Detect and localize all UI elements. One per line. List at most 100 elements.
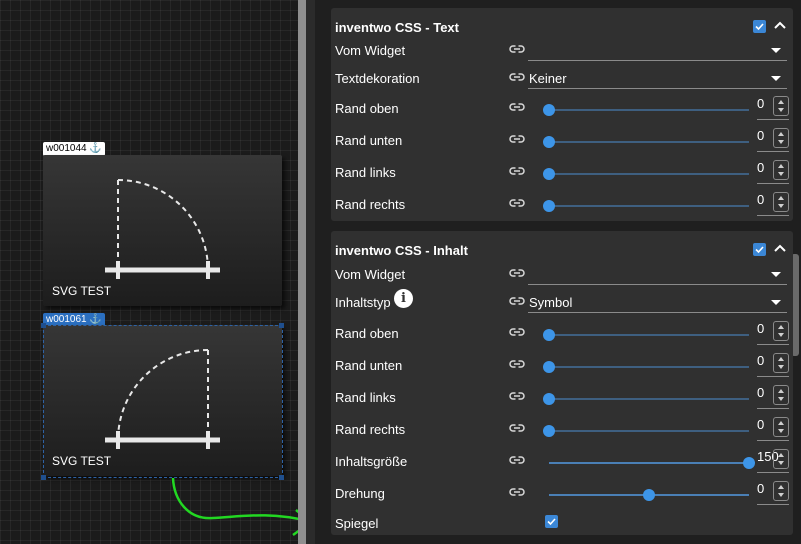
- slider-thumb[interactable]: [743, 457, 755, 469]
- decrement-icon[interactable]: [778, 108, 784, 112]
- number-input[interactable]: 0: [757, 481, 789, 505]
- property-row: Inhaltstyp i Symbol: [331, 286, 793, 318]
- chevron-up-icon[interactable]: [772, 241, 788, 257]
- slider-thumb[interactable]: [543, 104, 555, 116]
- slider-track[interactable]: [549, 205, 749, 207]
- spinner-buttons[interactable]: [773, 417, 789, 437]
- splitter[interactable]: [298, 0, 315, 544]
- link-icon[interactable]: [509, 295, 525, 307]
- slider-thumb[interactable]: [543, 425, 555, 437]
- dropdown-select[interactable]: [528, 262, 787, 285]
- increment-icon[interactable]: [778, 485, 784, 489]
- decrement-icon[interactable]: [778, 365, 784, 369]
- info-icon[interactable]: i: [394, 289, 413, 308]
- slider-track[interactable]: [549, 398, 749, 400]
- property-label: Textdekoration: [335, 71, 420, 86]
- mirror-checkbox[interactable]: [545, 515, 558, 528]
- increment-icon[interactable]: [778, 196, 784, 200]
- spinner-buttons[interactable]: [773, 321, 789, 341]
- dropdown-select[interactable]: Symbol: [528, 290, 787, 313]
- slider-thumb[interactable]: [543, 168, 555, 180]
- slider-thumb[interactable]: [543, 329, 555, 341]
- link-icon[interactable]: [509, 71, 525, 83]
- link-icon[interactable]: [509, 422, 525, 434]
- property-label: Rand oben: [335, 326, 399, 341]
- decrement-icon[interactable]: [778, 204, 784, 208]
- property-row: Rand unten 0: [331, 124, 793, 156]
- number-value: 0: [757, 128, 765, 143]
- dropdown-value: Keiner: [529, 71, 567, 86]
- increment-icon[interactable]: [778, 132, 784, 136]
- spinner-buttons[interactable]: [773, 481, 789, 501]
- dropdown-select[interactable]: [528, 38, 787, 61]
- decrement-icon[interactable]: [778, 172, 784, 176]
- link-icon[interactable]: [509, 101, 525, 113]
- slider-track[interactable]: [549, 430, 749, 432]
- link-icon[interactable]: [509, 454, 525, 466]
- decrement-icon[interactable]: [778, 140, 784, 144]
- slider-thumb[interactable]: [643, 489, 655, 501]
- spinner-buttons[interactable]: [773, 96, 789, 116]
- increment-icon[interactable]: [778, 421, 784, 425]
- link-icon[interactable]: [509, 358, 525, 370]
- increment-icon[interactable]: [778, 325, 784, 329]
- increment-icon[interactable]: [778, 164, 784, 168]
- slider-track[interactable]: [549, 109, 749, 111]
- slider-thumb[interactable]: [543, 361, 555, 373]
- number-input[interactable]: 150: [757, 449, 789, 473]
- decrement-icon[interactable]: [778, 397, 784, 401]
- section-enabled-checkbox[interactable]: [753, 20, 766, 33]
- slider-thumb[interactable]: [543, 200, 555, 212]
- spinner-buttons[interactable]: [773, 128, 789, 148]
- property-label: Rand oben: [335, 101, 399, 116]
- slider-thumb[interactable]: [543, 136, 555, 148]
- resize-handle[interactable]: [279, 323, 284, 328]
- decrement-icon[interactable]: [778, 333, 784, 337]
- editor-canvas[interactable]: w001044 ⚓ SVG TEST w001061 ⚓ SVG TEST: [0, 0, 298, 544]
- increment-icon[interactable]: [778, 100, 784, 104]
- link-icon[interactable]: [509, 43, 525, 55]
- slider-track[interactable]: [549, 141, 749, 143]
- number-input[interactable]: 0: [757, 417, 789, 441]
- decrement-icon[interactable]: [778, 493, 784, 497]
- spinner-buttons[interactable]: [773, 449, 789, 469]
- slider-track[interactable]: [549, 173, 749, 175]
- splitter-bar[interactable]: [298, 0, 306, 544]
- increment-icon[interactable]: [778, 357, 784, 361]
- number-input[interactable]: 0: [757, 321, 789, 345]
- number-input[interactable]: 0: [757, 192, 789, 216]
- slider-track[interactable]: [549, 334, 749, 336]
- spinner-buttons[interactable]: [773, 353, 789, 373]
- link-icon[interactable]: [509, 133, 525, 145]
- link-icon[interactable]: [509, 197, 525, 209]
- link-icon[interactable]: [509, 165, 525, 177]
- increment-icon[interactable]: [778, 453, 784, 457]
- link-icon[interactable]: [509, 390, 525, 402]
- spinner-buttons[interactable]: [773, 192, 789, 212]
- resize-handle[interactable]: [41, 323, 46, 328]
- link-icon[interactable]: [509, 486, 525, 498]
- spinner-buttons[interactable]: [773, 385, 789, 405]
- number-input[interactable]: 0: [757, 128, 789, 152]
- number-input[interactable]: 0: [757, 353, 789, 377]
- chevron-up-icon[interactable]: [772, 18, 788, 34]
- dropdown-select[interactable]: Keiner: [528, 66, 787, 89]
- decrement-icon[interactable]: [778, 429, 784, 433]
- resize-handle[interactable]: [41, 475, 46, 480]
- decrement-icon[interactable]: [778, 461, 784, 465]
- increment-icon[interactable]: [778, 389, 784, 393]
- spinner-buttons[interactable]: [773, 160, 789, 180]
- slider-thumb[interactable]: [543, 393, 555, 405]
- link-icon[interactable]: [509, 267, 525, 279]
- dropdown-value: Symbol: [529, 295, 573, 310]
- svg-widget[interactable]: SVG TEST: [43, 155, 282, 306]
- section-title: inventwo CSS - Inhalt: [335, 243, 468, 258]
- slider-track[interactable]: [549, 366, 749, 368]
- widget-id-tag[interactable]: w001044 ⚓: [43, 142, 105, 156]
- number-input[interactable]: 0: [757, 160, 789, 184]
- slider-track[interactable]: [549, 462, 749, 464]
- link-icon[interactable]: [509, 326, 525, 338]
- number-input[interactable]: 0: [757, 385, 789, 409]
- section-enabled-checkbox[interactable]: [753, 243, 766, 256]
- number-input[interactable]: 0: [757, 96, 789, 120]
